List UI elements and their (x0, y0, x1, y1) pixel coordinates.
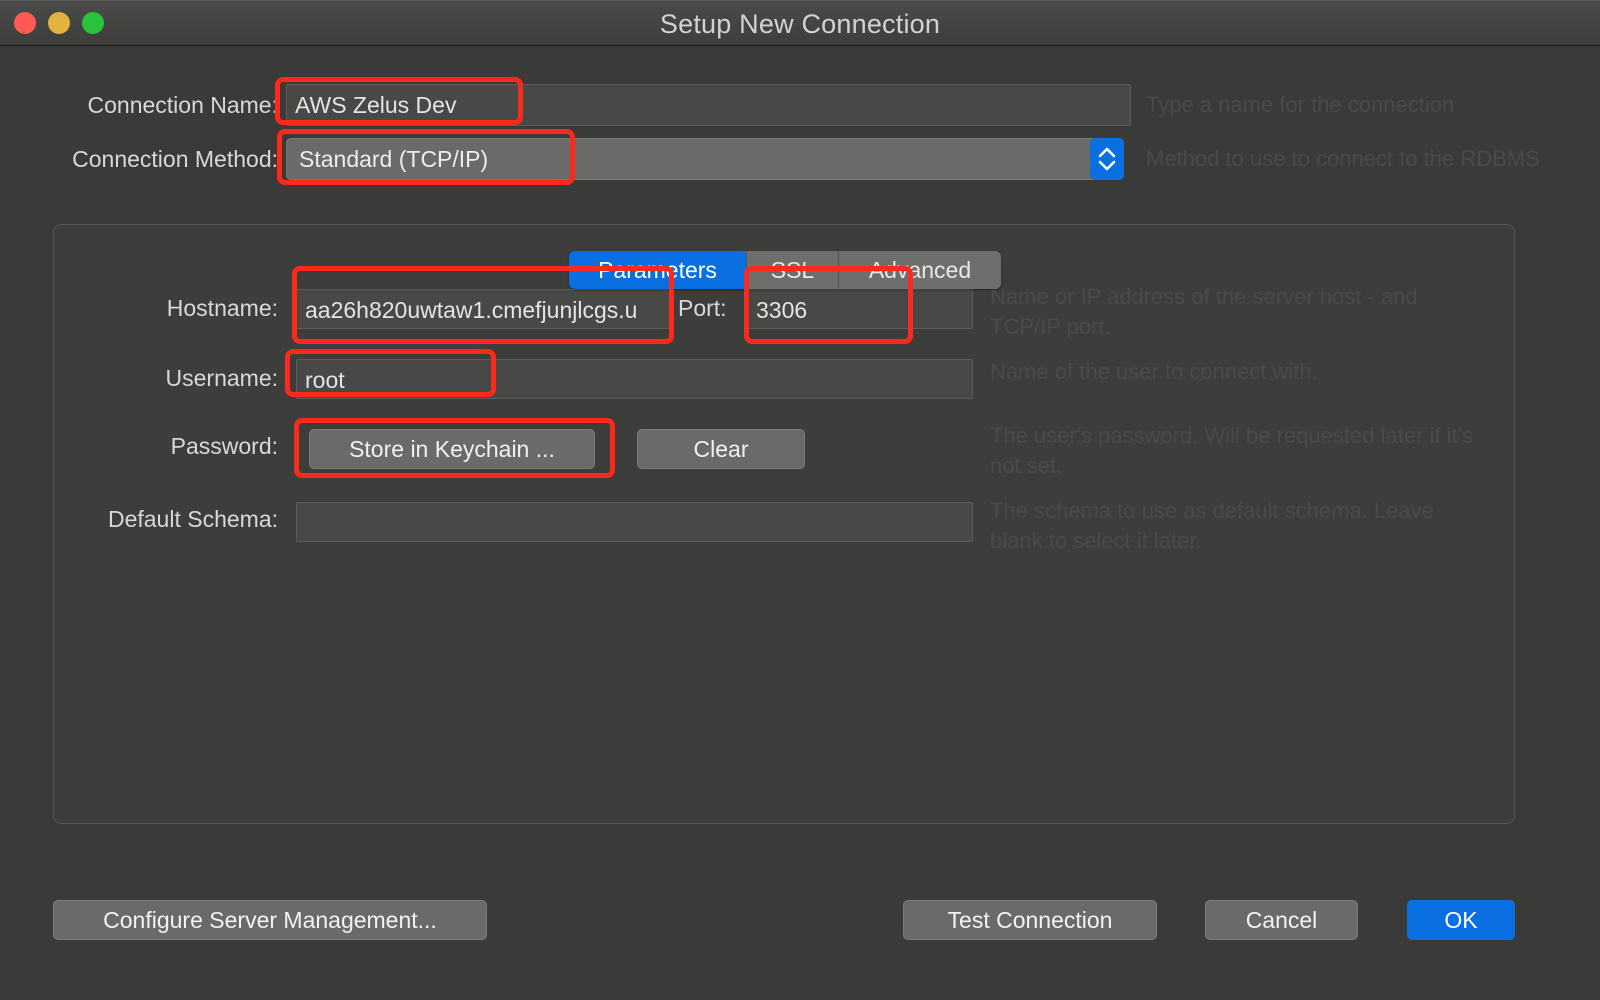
tab-advanced[interactable]: Advanced (839, 251, 1001, 289)
connection-name-hint: Type a name for the connection (1146, 92, 1455, 117)
tab-ssl[interactable]: SSL (747, 251, 839, 289)
connection-name-label: Connection Name: (87, 92, 279, 118)
window-title: Setup New Connection (659, 9, 941, 39)
hostname-label: Hostname: (166, 295, 278, 321)
connection-method-label: Connection Method: (72, 146, 278, 172)
username-hint: Name of the user to connect with. (990, 359, 1318, 384)
clear-password-button[interactable]: Clear (637, 429, 805, 469)
username-input[interactable]: root (296, 359, 973, 399)
connection-name-row: Connection Name: AWS Zelus Dev Type a na… (0, 84, 1600, 126)
dialog-body: Connection Name: AWS Zelus Dev Type a na… (0, 46, 1600, 1000)
connection-name-input[interactable]: AWS Zelus Dev (286, 84, 1131, 126)
test-connection-button[interactable]: Test Connection (903, 900, 1157, 940)
port-input[interactable]: 3306 (747, 289, 973, 329)
chevron-up-icon (1098, 147, 1116, 158)
configure-server-management-button[interactable]: Configure Server Management... (53, 900, 487, 940)
tab-parameters[interactable]: Parameters (569, 251, 747, 289)
chevron-down-icon (1098, 160, 1116, 171)
username-label: Username: (165, 365, 278, 391)
window-titlebar: Setup New Connection (0, 0, 1600, 46)
cancel-button[interactable]: Cancel (1205, 900, 1358, 940)
hostname-input[interactable]: aa26h820uwtaw1.cmefjunjlcgs.u (296, 289, 671, 329)
connection-method-label-col: Connection Method: (0, 138, 278, 180)
default-schema-label: Default Schema: (107, 506, 278, 532)
hostname-hint: Name or IP address of the server host - … (990, 284, 1418, 339)
connection-method-hint: Method to use to connect to the RDBMS (1146, 146, 1540, 171)
password-label: Password: (170, 433, 278, 459)
port-label: Port: (678, 295, 727, 321)
default-schema-input[interactable] (296, 502, 973, 542)
default-schema-hint: The schema to use as default schema. Lea… (990, 498, 1434, 553)
connection-method-stepper[interactable] (1090, 138, 1124, 180)
connection-method-select[interactable]: Standard (TCP/IP) (286, 138, 1124, 180)
connection-method-row: Connection Method: Standard (TCP/IP) Met… (0, 138, 1600, 180)
connection-name-label-col: Connection Name: (0, 84, 279, 126)
store-in-keychain-button[interactable]: Store in Keychain ... (309, 429, 595, 469)
ok-button[interactable]: OK (1407, 900, 1515, 940)
tab-bar: Parameters SSL Advanced (569, 251, 1001, 289)
password-hint: The user's password. Will be requested l… (990, 423, 1473, 478)
